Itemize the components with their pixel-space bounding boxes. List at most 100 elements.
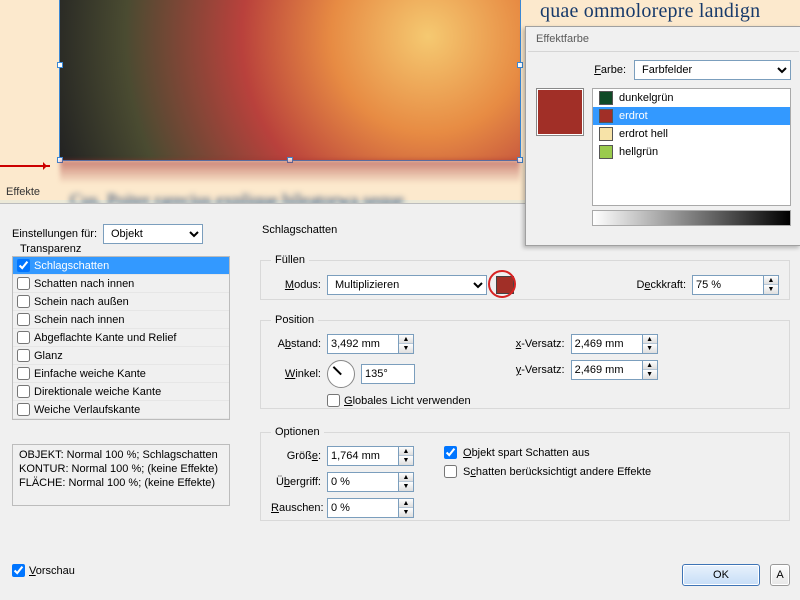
options-group: Optionen Größe: ▲▼ Übergriff: ▲▼ — [260, 426, 790, 521]
swatch-list[interactable]: dunkelgrün erdrot erdrot hell hellgrün — [592, 88, 791, 206]
tint-slider[interactable] — [592, 210, 791, 226]
x-offset-input[interactable] — [571, 334, 643, 354]
knockout-checkbox[interactable]: Objekt spart Schatten aus — [444, 446, 651, 459]
effect-color-panel: Effektfarbe Farbe: Farbfelder dunkelgrün… — [525, 26, 800, 246]
cancel-button-partial[interactable]: A — [770, 564, 790, 586]
effects-item[interactable]: Einfache weiche Kante — [13, 365, 229, 383]
size-stepper[interactable]: ▲▼ — [399, 446, 414, 466]
effects-item[interactable]: Schein nach innen — [13, 311, 229, 329]
swatch-label: erdrot — [619, 110, 648, 122]
x-offset-stepper[interactable]: ▲▼ — [643, 334, 658, 354]
effects-item-label: Schein nach außen — [34, 296, 129, 308]
settings-for-select[interactable]: Objekt — [103, 224, 203, 244]
preview-checkbox-input[interactable] — [12, 564, 25, 577]
mode-color-swatch[interactable] — [496, 276, 514, 294]
resize-handle[interactable] — [517, 62, 523, 68]
effects-item-checkbox[interactable] — [17, 367, 30, 380]
swatch-item[interactable]: hellgrün — [593, 143, 790, 161]
spread-stepper[interactable]: ▲▼ — [399, 472, 414, 492]
effects-item-label: Direktionale weiche Kante — [34, 386, 161, 398]
drop-shadow-preview — [60, 160, 520, 184]
ok-button[interactable]: OK — [682, 564, 760, 586]
y-offset-input[interactable] — [571, 360, 643, 380]
position-legend: Position — [271, 314, 318, 326]
effects-list-group: Transparenz SchlagschattenSchatten nach … — [12, 256, 230, 420]
effects-item-label: Einfache weiche Kante — [34, 368, 146, 380]
y-offset-stepper[interactable]: ▲▼ — [643, 360, 658, 380]
size-label: Größe: — [271, 450, 321, 462]
effects-item[interactable]: Schlagschatten — [13, 257, 229, 275]
swatch-color-icon — [599, 91, 613, 105]
effects-item[interactable]: Weiche Verlaufskante — [13, 401, 229, 419]
effects-dialog: Effekte Einstellungen für: Objekt Transp… — [0, 203, 800, 600]
color-mode-select[interactable]: Farbfelder — [634, 60, 791, 80]
effects-item-label: Glanz — [34, 350, 63, 362]
transparency-group-label: Transparenz — [17, 243, 84, 255]
swatch-label: dunkelgrün — [619, 92, 673, 104]
swatch-item[interactable]: erdrot hell — [593, 125, 790, 143]
effects-item-label: Schlagschatten — [34, 260, 109, 272]
distance-input[interactable] — [327, 334, 399, 354]
x-offset-label: x-Versatz: — [501, 338, 565, 350]
color-mode-label: Farbe: — [536, 64, 626, 76]
blend-mode-select[interactable]: Multiplizieren — [327, 275, 487, 295]
angle-dial[interactable] — [327, 360, 355, 388]
distance-stepper[interactable]: ▲▼ — [399, 334, 414, 354]
color-panel-title: Effektfarbe — [526, 27, 800, 51]
y-offset-label: y-Versatz: — [501, 364, 565, 376]
effects-summary: OBJEKT: Normal 100 %; Schlagschatten KON… — [12, 444, 230, 506]
effects-item-label: Abgeflachte Kante und Relief — [34, 332, 177, 344]
size-input[interactable] — [327, 446, 399, 466]
annotation-arrow-icon — [0, 165, 50, 167]
effects-item-checkbox[interactable] — [17, 259, 30, 272]
effects-item[interactable]: Abgeflachte Kante und Relief — [13, 329, 229, 347]
effects-item-checkbox[interactable] — [17, 277, 30, 290]
resize-handle[interactable] — [57, 62, 63, 68]
swatch-label: hellgrün — [619, 146, 658, 158]
swatch-item[interactable]: dunkelgrün — [593, 89, 790, 107]
effects-item-checkbox[interactable] — [17, 295, 30, 308]
other-effects-checkbox[interactable]: Schatten berücksichtigt andere Effekte — [444, 465, 651, 478]
angle-input[interactable] — [361, 364, 415, 384]
opacity-stepper[interactable]: ▲▼ — [764, 275, 779, 295]
effects-item[interactable]: Schein nach außen — [13, 293, 229, 311]
effects-item-checkbox[interactable] — [17, 331, 30, 344]
swatch-item[interactable]: erdrot — [593, 107, 790, 125]
effects-item-checkbox[interactable] — [17, 313, 30, 326]
noise-input[interactable] — [327, 498, 399, 518]
effects-item-checkbox[interactable] — [17, 349, 30, 362]
noise-label: Rauschen: — [271, 502, 321, 514]
swatch-color-icon — [599, 109, 613, 123]
spread-label: Übergriff: — [271, 476, 321, 488]
effects-item-label: Weiche Verlaufskante — [34, 404, 140, 416]
effects-item[interactable]: Glanz — [13, 347, 229, 365]
effects-item-label: Schein nach innen — [34, 314, 125, 326]
effects-item[interactable]: Schatten nach innen — [13, 275, 229, 293]
mode-label: Modus: — [271, 279, 321, 291]
angle-label: Winkel: — [271, 368, 321, 380]
spread-input[interactable] — [327, 472, 399, 492]
opacity-input[interactable] — [692, 275, 764, 295]
effects-item-checkbox[interactable] — [17, 403, 30, 416]
selected-color-swatch — [536, 88, 584, 136]
fill-group: Füllen Modus: Multiplizieren Deckkraft: … — [260, 254, 790, 300]
distance-label: Abstand: — [271, 338, 321, 350]
effects-list[interactable]: Schlagschatten Schatten nach innen Schein … — [13, 257, 229, 419]
divider — [528, 51, 799, 52]
swatch-color-icon — [599, 145, 613, 159]
swatch-label: erdrot hell — [619, 128, 668, 140]
opacity-label: Deckkraft: — [636, 279, 686, 291]
options-legend: Optionen — [271, 426, 324, 438]
dialog-title: Effekte — [6, 186, 40, 198]
noise-stepper[interactable]: ▲▼ — [399, 498, 414, 518]
effects-item-checkbox[interactable] — [17, 385, 30, 398]
position-group: Position Abstand: ▲▼ Winkel: — [260, 314, 790, 409]
preview-checkbox[interactable]: Vorschau — [12, 564, 75, 577]
effects-item[interactable]: Direktionale weiche Kante — [13, 383, 229, 401]
placed-image[interactable] — [60, 0, 520, 160]
swatch-color-icon — [599, 127, 613, 141]
section-title: Schlagschatten — [262, 224, 337, 236]
global-light-checkbox[interactable]: Globales Licht verwenden — [327, 394, 471, 407]
fill-legend: Füllen — [271, 254, 309, 266]
settings-for-label: Einstellungen für: — [12, 228, 97, 240]
